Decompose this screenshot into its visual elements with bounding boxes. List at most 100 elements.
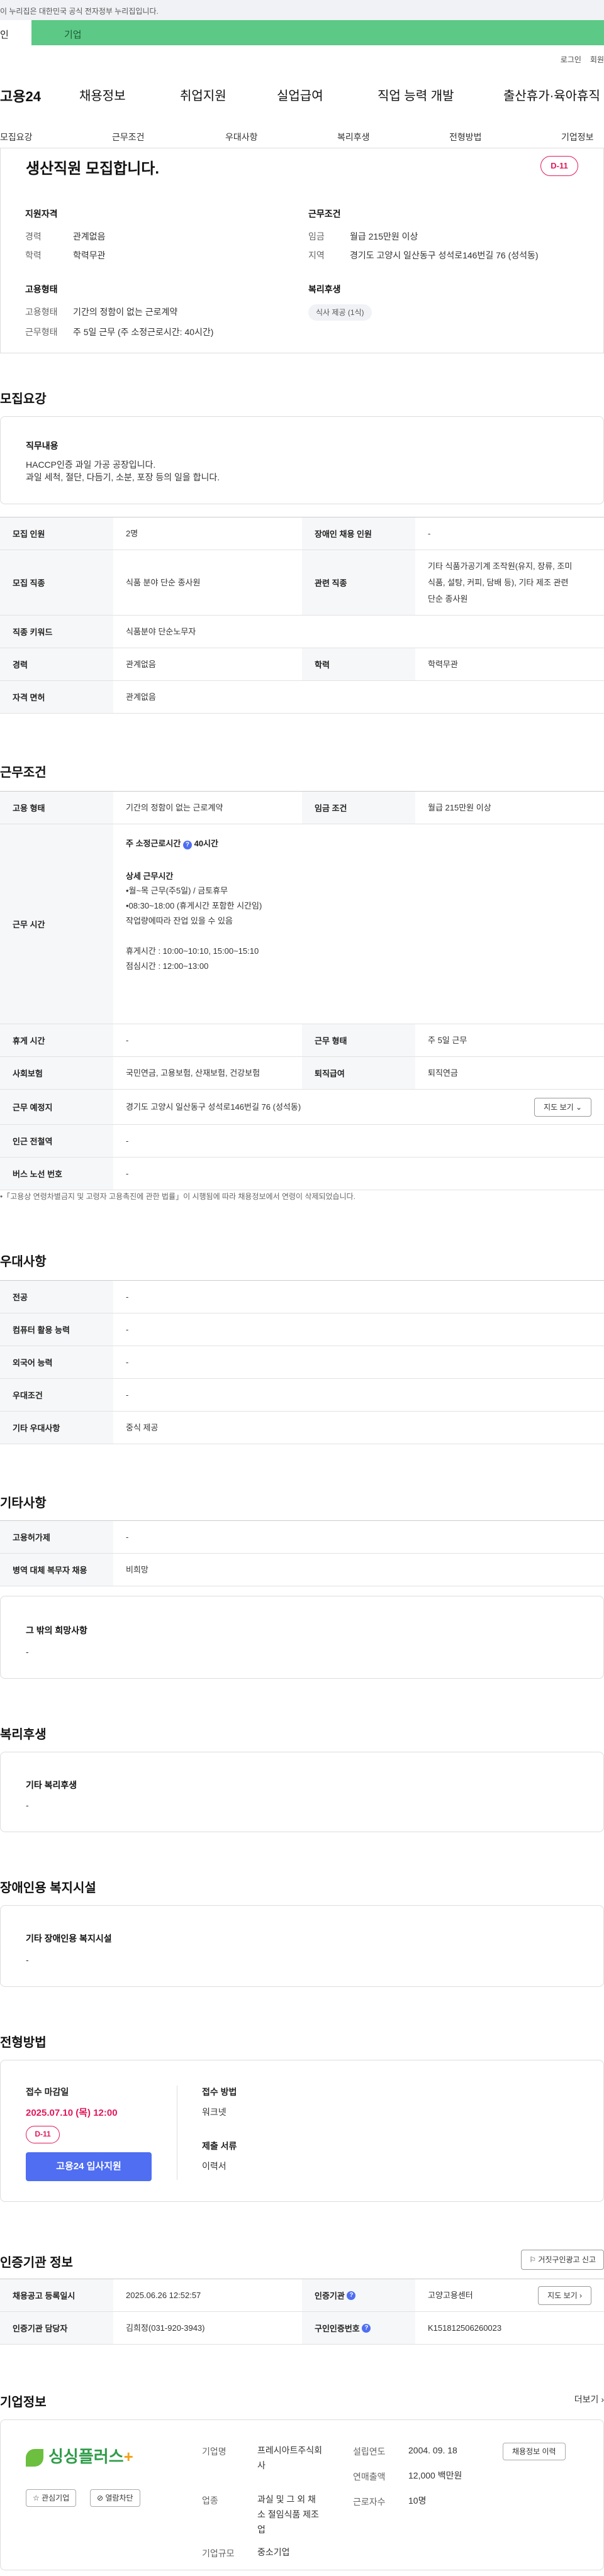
welfare-title: 기타 복리후생	[26, 1780, 77, 1790]
docs-value: 이력서	[202, 2161, 226, 2171]
table-header: 인증기관 ?	[302, 2279, 415, 2311]
section-tab-conditions[interactable]: 근무조건	[112, 131, 145, 143]
table-cell: -	[126, 1035, 129, 1045]
table-header: 구인인증번호 ?	[302, 2312, 415, 2344]
block-company-button[interactable]: ⊘ 열람차단	[90, 2489, 140, 2507]
age-notice: •「고용상 연령차별금지 및 고령자 고용촉진에 관한 법률」이 시행됨에 따라…	[0, 1192, 356, 1201]
employment-heading: 고용형태	[25, 284, 58, 294]
join-link[interactable]: 회원	[590, 55, 604, 64]
table-row: 사회보험 국민연금, 고용보험, 산재보험, 건강보험 퇴직급여 퇴직연금	[0, 1057, 604, 1090]
hope-title: 그 밖의 희망사항	[26, 1625, 87, 1635]
global-nav: 고용24 채용정보 취업지원 실업급여 직업 능력 개발 출산휴가·육아휴직	[0, 86, 604, 111]
section-nav: 모집요강 근무조건 우대사항 복리후생 전형방법 기업정보	[0, 126, 604, 148]
table-row: 고용 형태 기간의 정함이 없는 근로계약 임금 조건 월급 215만원 이상	[0, 792, 604, 824]
table-row: 병역 대체 복무자 채용 비희망	[0, 1554, 604, 1586]
table-row: 버스 노선 번호 -	[0, 1158, 604, 1190]
section-tab-recruit[interactable]: 모집요강	[0, 131, 33, 143]
company-size-value: 중소기업	[257, 2547, 290, 2557]
facility-value: -	[26, 1955, 29, 1965]
facility-heading: 장애인용 복지시설	[0, 1881, 96, 1895]
table-cell: 퇴직연금	[428, 1068, 458, 1078]
table-row: 휴게 시간 - 근무 형태 주 5일 근무	[0, 1024, 604, 1057]
info-icon[interactable]: ?	[362, 2323, 371, 2333]
docs-title: 제출 서류	[202, 2141, 237, 2151]
summary-employment-type: 고용형태 기간의 정함이 없는 근로계약	[25, 307, 178, 317]
tab-individual[interactable]: 인	[0, 20, 31, 45]
cert-heading: 인증기관 정보	[0, 2256, 73, 2270]
site-logo[interactable]: 고용24	[0, 86, 41, 106]
detail-hours-title: 상세 근무시간	[126, 871, 174, 881]
table-cell: -	[126, 1168, 129, 1178]
map-view-button[interactable]: 지도 보기 ⌄	[534, 1097, 591, 1117]
table-row: 전공 -	[0, 1281, 604, 1313]
conditions-section-heading: 근무조건	[0, 766, 47, 780]
company-more-link[interactable]: 더보기 ›	[574, 2393, 604, 2406]
report-button[interactable]: ⚐ 거짓구인광고 신고	[521, 2250, 604, 2270]
section-tab-preference[interactable]: 우대사항	[225, 131, 258, 143]
gnb-item-jobs[interactable]: 채용정보	[79, 86, 126, 104]
table-cell: 주 5일 근무	[428, 1035, 467, 1045]
section-tab-process[interactable]: 전형방법	[449, 131, 482, 143]
table-header: 인증기관 담당자	[0, 2312, 113, 2344]
established-label: 설립연도	[353, 2446, 386, 2457]
table-header: 채용공고 등록일시	[0, 2279, 113, 2311]
table-header: 근무 시간	[0, 824, 113, 1024]
gnb-item-unemployment[interactable]: 실업급여	[277, 86, 323, 104]
table-cell: -	[126, 1390, 129, 1400]
section-tab-welfare[interactable]: 복리후생	[337, 131, 370, 143]
welfare-heading: 복리후생	[0, 1728, 47, 1742]
table-cell: 관계없음	[126, 692, 156, 702]
table-row: 근무 시간 주 소정근로시간 ? 40시간 상세 근무시간 •월~목 근무(주5…	[0, 824, 604, 1024]
table-header: 퇴직급여	[302, 1057, 415, 1089]
detail-hours-text: •월~목 근무(주5일) / 금토휴무 •08:30~18:00 (휴게시간 포…	[126, 886, 262, 971]
table-header: 전공	[0, 1281, 113, 1313]
table-header: 고용 형태	[0, 792, 113, 824]
table-cell: 기타 식품가공기계 조작원(유지, 장류, 조미 식품, 설탕, 커피, 담배 …	[428, 561, 573, 604]
gov-notice-bar: 이 누리집은 대한민국 공식 전자정부 누리집입니다.	[0, 0, 604, 20]
table-cell: 경기도 고양시 일산동구 성석로146번길 76 (성석동)	[126, 1102, 301, 1112]
info-icon[interactable]: ?	[182, 841, 192, 849]
table-cell: 2명	[126, 528, 138, 538]
gov-notice-text: 이 누리집은 대한민국 공식 전자정부 누리집입니다.	[0, 7, 159, 16]
summary-education: 학력 학력무관	[25, 250, 106, 260]
table-header: 모집 인원	[0, 517, 113, 550]
table-header: 컴퓨터 활용 능력	[0, 1313, 113, 1346]
table-header: 외국어 능력	[0, 1346, 113, 1378]
preference-heading: 우대사항	[0, 1255, 47, 1269]
favorite-company-button[interactable]: ☆ 관심기업	[26, 2489, 77, 2507]
gnb-item-training[interactable]: 직업 능력 개발	[378, 86, 454, 104]
recruit-heading: 모집요강	[0, 392, 47, 406]
duty-box: 직무내용 HACCP인증 과일 가공 공장입니다. 과일 세척, 절단, 다듬기…	[0, 416, 604, 504]
table-cell: 2025.06.26 12:52:57	[126, 2290, 201, 2300]
table-header: 우대조건	[0, 1379, 113, 1411]
utility-links: 로그인 회원	[552, 54, 604, 65]
table-header: 병역 대체 복무자 채용	[0, 1554, 113, 1586]
dday-badge: D-11	[540, 156, 578, 176]
apply-button[interactable]: 고용24 입사지원	[26, 2152, 152, 2181]
login-link[interactable]: 로그인	[561, 55, 581, 64]
welfare-summary-heading: 복리후생	[308, 284, 341, 294]
table-cell: -	[126, 1357, 129, 1367]
section-tab-company[interactable]: 기업정보	[561, 131, 594, 143]
job-history-button[interactable]: 채용정보 이력	[503, 2443, 566, 2460]
tab-business[interactable]: 기업	[31, 20, 604, 45]
duty-text: HACCP인증 과일 가공 공장입니다. 과일 세척, 절단, 다듬기, 소분,…	[26, 460, 220, 482]
table-header: 직종 키워드	[0, 616, 113, 648]
other-table: 고용허가제 - 병역 대체 복무자 채용 비희망	[0, 1520, 604, 1586]
table-row: 기타 우대사항 중식 제공	[0, 1412, 604, 1444]
table-header: 인근 전철역	[0, 1125, 113, 1157]
industry-label: 업종	[202, 2496, 218, 2506]
table-row: 외국어 능력 -	[0, 1346, 604, 1379]
gnb-item-leave[interactable]: 출산휴가·육아휴직	[503, 86, 600, 104]
table-header: 버스 노선 번호	[0, 1158, 113, 1190]
company-logo: 싱싱플러스+	[26, 2444, 133, 2467]
cert-map-button[interactable]: 지도 보기 ›	[538, 2286, 591, 2305]
table-row: 인증기관 담당자 김희정(031-920-3943) 구인인증번호 ? K151…	[0, 2312, 604, 2345]
summary-wage: 임금 월급 215만원 이상	[308, 231, 418, 241]
table-cell: -	[126, 1532, 129, 1542]
gnb-item-support[interactable]: 취업지원	[180, 86, 226, 104]
employees-value: 10명	[408, 2496, 427, 2506]
table-cell: 기간의 정함이 없는 근로계약	[126, 802, 223, 812]
info-icon[interactable]: ?	[347, 2291, 356, 2300]
hope-box: 그 밖의 희망사항 -	[0, 1596, 604, 1679]
